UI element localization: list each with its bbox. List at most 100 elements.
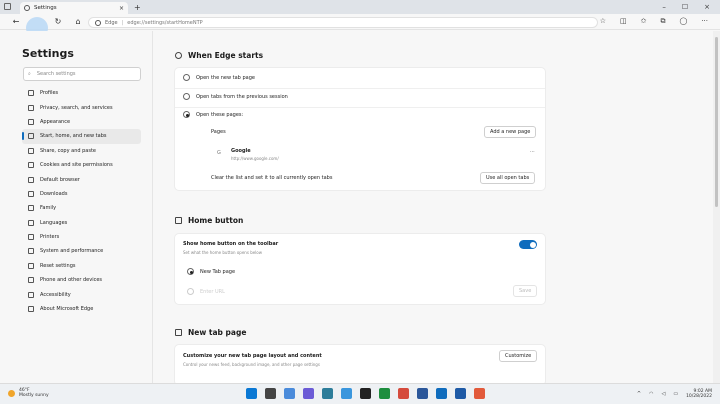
sidebar-item-label: Cookies and site permissions — [40, 162, 113, 169]
tab-close-icon[interactable]: × — [119, 5, 124, 12]
printer-icon — [28, 234, 34, 241]
chrome-icon[interactable] — [379, 388, 390, 399]
terminal-icon[interactable] — [360, 388, 371, 399]
profile-icon[interactable]: ◯ — [679, 17, 687, 26]
sidebar-item-languages[interactable]: Languages — [22, 216, 141, 230]
sidebar-item-profiles[interactable]: Profiles — [22, 86, 141, 100]
file-explorer-icon[interactable] — [322, 388, 333, 399]
word-icon[interactable] — [417, 388, 428, 399]
sidebar-item-accessibility[interactable]: Accessibility — [22, 287, 141, 301]
volume-icon[interactable]: ◁ — [661, 391, 665, 397]
radio-button[interactable] — [183, 111, 190, 118]
sidebar-item-label: Printers — [40, 234, 60, 241]
sidebar-item-reset-settings[interactable]: Reset settings — [22, 259, 141, 273]
startup-card: Open the new tab page Open tabs from the… — [175, 68, 545, 190]
sidebar-item-system-and-performance[interactable]: System and performance — [22, 244, 141, 258]
close-window-button[interactable]: × — [704, 3, 710, 11]
page-scrollbar[interactable] — [713, 31, 720, 383]
sidebar-item-label: Languages — [40, 219, 68, 226]
sidebar-item-privacy-search-and-services[interactable]: Privacy, search, and services — [22, 100, 141, 114]
sidebar-item-label: Family — [40, 205, 57, 212]
start-icon[interactable] — [246, 388, 257, 399]
use-all-open-tabs-button[interactable]: Use all open tabs — [480, 172, 536, 184]
section-when-edge-starts: When Edge starts — [175, 51, 263, 60]
favorite-star-icon[interactable]: ☆ — [600, 17, 606, 26]
radio-button[interactable] — [183, 74, 190, 81]
tray-chevron-icon[interactable]: ^ — [637, 391, 641, 397]
title-bar: Settings × + – ☐ × — [0, 0, 720, 14]
new-tab-button[interactable]: + — [134, 3, 141, 12]
workspaces-icon[interactable] — [4, 3, 11, 10]
radio-button[interactable] — [187, 268, 194, 275]
sidebar-item-share-copy-and-paste[interactable]: Share, copy and paste — [22, 144, 141, 158]
sidebar-item-family[interactable]: Family — [22, 201, 141, 215]
sidebar-nav: Profiles Privacy, search, and services App… — [22, 86, 141, 316]
new-tab-icon — [175, 329, 182, 336]
weather-widget[interactable]: 46°F Mostly sunny — [8, 388, 49, 398]
battery-icon[interactable]: ▭ — [673, 391, 678, 397]
outlook-icon[interactable] — [436, 388, 447, 399]
search-placeholder: Search settings — [36, 71, 76, 77]
sidebar-item-appearance[interactable]: Appearance — [22, 115, 141, 129]
sidebar-item-label: Start, home, and new tabs — [40, 133, 107, 140]
weather-desc: Mostly sunny — [19, 393, 49, 398]
radio-label: Open the new tab page — [196, 74, 255, 81]
address-input[interactable]: Edge | edge://settings/startHomeNTP — [88, 17, 598, 28]
minimize-button[interactable]: – — [662, 3, 666, 11]
sidebar-title: Settings — [22, 47, 74, 60]
edge-icon[interactable] — [341, 388, 352, 399]
lock-icon — [28, 104, 34, 111]
tab-settings[interactable]: Settings × — [20, 2, 128, 14]
new-tab-card: Customize your new tab page layout and c… — [175, 345, 545, 383]
home-toggle-desc: Set what the home button opens below — [183, 250, 263, 255]
sidebar-item-cookies-and-site-permissions[interactable]: Cookies and site permissions — [22, 158, 141, 172]
app-icon[interactable] — [398, 388, 409, 399]
page-name: Google — [231, 148, 251, 154]
search-icon[interactable] — [265, 388, 276, 399]
page-more-icon[interactable]: ··· — [530, 149, 535, 155]
sidebar-item-default-browser[interactable]: Default browser — [22, 172, 141, 186]
wifi-icon[interactable]: ◠ — [649, 391, 653, 397]
sidebar-item-printers[interactable]: Printers — [22, 230, 141, 244]
radio-enter-url[interactable]: Enter URL — [187, 288, 225, 295]
customize-button[interactable]: Customize — [499, 350, 538, 362]
sidebar-item-about-microsoft-edge[interactable]: About Microsoft Edge — [22, 302, 141, 316]
radio-previous-session[interactable]: Open tabs from the previous session — [183, 93, 288, 100]
home-button[interactable]: ⌂ — [68, 17, 88, 26]
radio-new-tab-page[interactable]: Open the new tab page — [183, 74, 255, 81]
home-button-toggle[interactable] — [519, 240, 537, 249]
sidebar-item-start-home-and-new-tabs[interactable]: Start, home, and new tabs — [22, 129, 141, 144]
section-title-home-button: Home button — [188, 216, 244, 225]
save-button[interactable]: Save — [513, 285, 538, 297]
split-screen-icon[interactable]: ◫ — [620, 17, 627, 26]
scrollbar-thumb[interactable] — [715, 37, 718, 207]
favorites-icon[interactable]: ✩ — [641, 17, 647, 26]
teams-icon[interactable] — [455, 388, 466, 399]
radio-open-these-pages[interactable]: Open these pages: — [183, 111, 243, 118]
sidebar-item-label: Default browser — [40, 176, 80, 183]
add-new-page-button[interactable]: Add a new page — [484, 126, 537, 138]
radio-button[interactable] — [183, 93, 190, 100]
reload-button[interactable]: ↻ — [48, 17, 68, 26]
maximize-button[interactable]: ☐ — [682, 3, 688, 11]
language-icon — [28, 219, 34, 226]
sidebar-item-downloads[interactable]: Downloads — [22, 187, 141, 201]
more-menu-icon[interactable]: ··· — [701, 17, 708, 26]
radio-new-tab-page-home[interactable]: New Tab page — [187, 268, 235, 275]
chat-icon[interactable] — [303, 388, 314, 399]
back-button[interactable]: ← — [6, 17, 26, 26]
sidebar-item-phone-and-other-devices[interactable]: Phone and other devices — [22, 273, 141, 287]
powerpoint-icon[interactable] — [474, 388, 485, 399]
clock[interactable]: 9:02 AM 10/28/2022 — [686, 389, 712, 399]
edge-icon — [28, 306, 34, 313]
radio-button[interactable] — [187, 288, 194, 295]
home-icon — [28, 133, 34, 140]
share-icon — [28, 147, 34, 154]
search-input[interactable]: ⌕ Search settings — [23, 67, 141, 81]
task-view-icon[interactable] — [284, 388, 295, 399]
url-input-placeholder[interactable]: Enter URL — [200, 289, 225, 295]
url-text: edge://settings/startHomeNTP — [127, 19, 203, 26]
sidebar-item-label: Reset settings — [40, 262, 76, 269]
sidebar-item-label: System and performance — [40, 248, 104, 255]
collections-icon[interactable]: ⧉ — [660, 17, 665, 26]
